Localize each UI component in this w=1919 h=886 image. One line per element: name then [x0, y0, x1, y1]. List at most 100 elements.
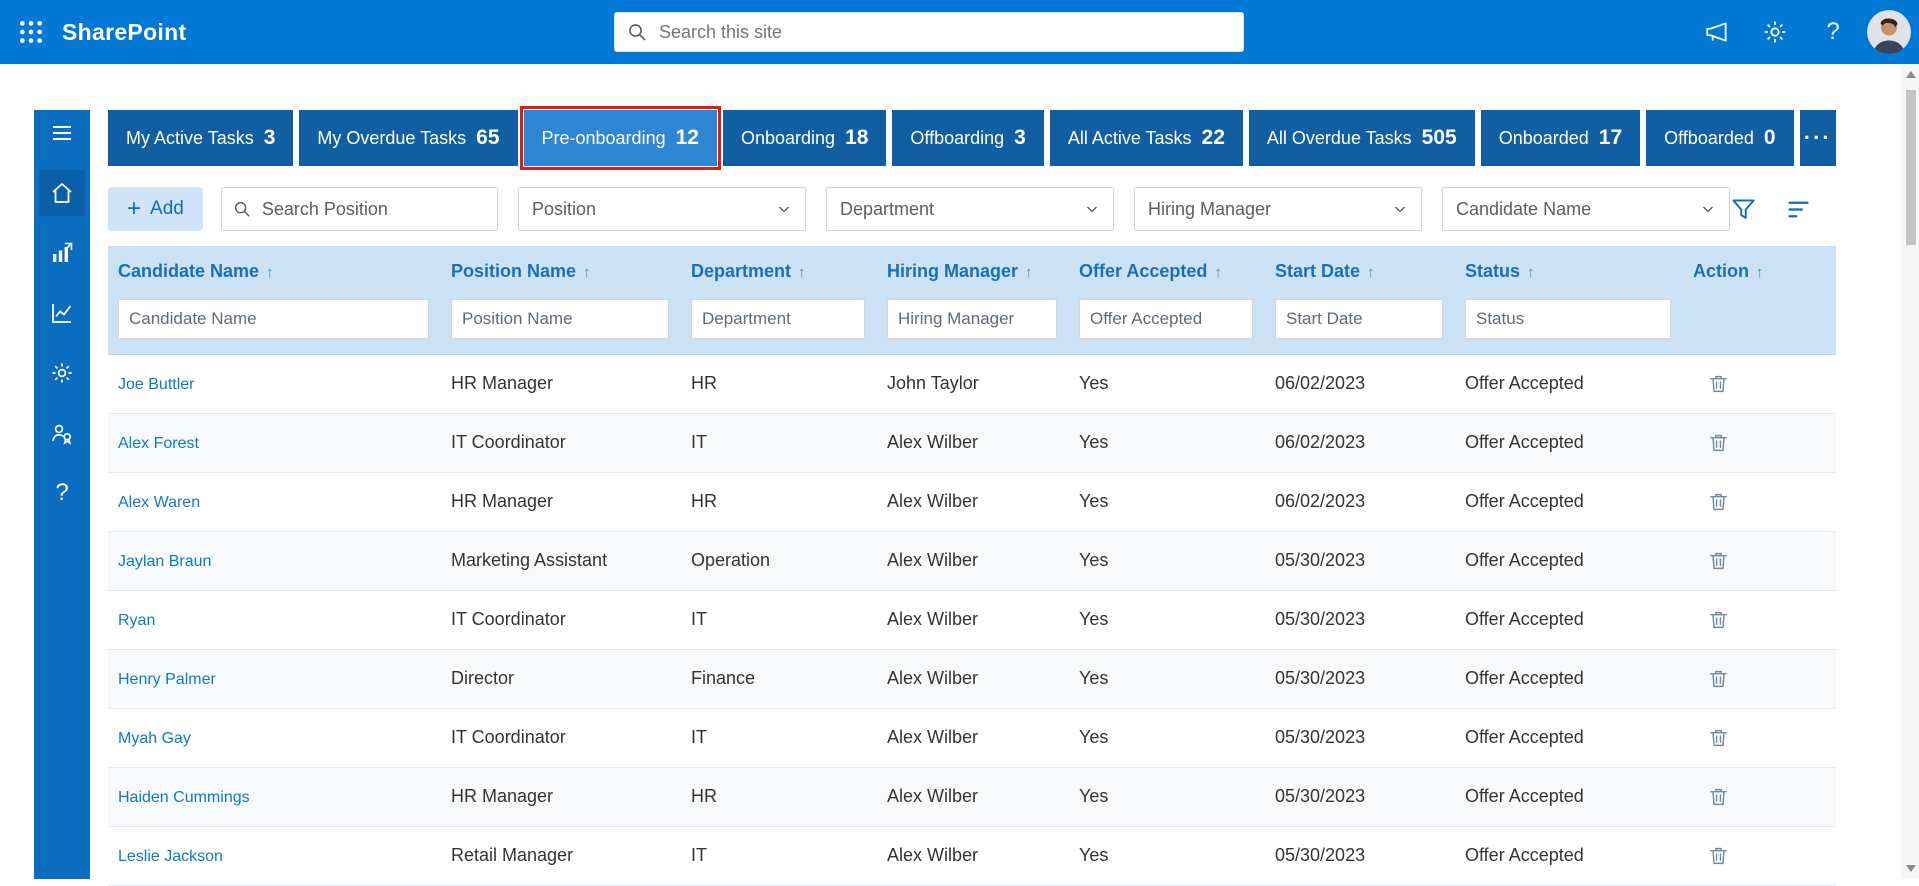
column-header-hiring-manager[interactable]: Hiring Manager↑ [877, 246, 1069, 295]
tab-onboarding[interactable]: Onboarding18 [723, 110, 886, 166]
cell-start-date: 05/30/2023 [1265, 708, 1455, 767]
sidebar-settings-icon[interactable] [39, 350, 85, 396]
delete-button[interactable] [1693, 368, 1734, 398]
cell-hiring-manager: John Taylor [877, 354, 1069, 413]
tab-count: 3 [1014, 126, 1026, 150]
cell-candidate-name: Haiden Cummings [108, 767, 441, 826]
sort-ascending-icon: ↑ [798, 264, 806, 281]
candidate-link[interactable]: Alex Forest [118, 435, 199, 452]
tab-my-active-tasks[interactable]: My Active Tasks3 [108, 110, 293, 166]
cell-position-name: HR Manager [441, 472, 681, 531]
dropdown-department[interactable]: Department [826, 187, 1114, 231]
filter-input-status[interactable] [1465, 299, 1671, 339]
tab-onboarded[interactable]: Onboarded17 [1481, 110, 1640, 166]
filter-input-position-name[interactable] [451, 299, 669, 339]
add-button[interactable]: + Add [108, 187, 203, 231]
avatar[interactable] [1867, 10, 1911, 54]
tab-my-overdue-tasks[interactable]: My Overdue Tasks65 [299, 110, 517, 166]
column-header-candidate-name[interactable]: Candidate Name↑ [108, 246, 441, 295]
delete-button[interactable] [1693, 781, 1734, 811]
sort-lines-icon[interactable] [1785, 196, 1812, 223]
app-launcher-icon[interactable] [0, 0, 62, 64]
column-header-action[interactable]: Action↑ [1683, 246, 1836, 295]
cell-action [1683, 767, 1836, 826]
tab-offboarded[interactable]: Offboarded0 [1646, 110, 1793, 166]
filter-cell [877, 295, 1069, 354]
filter-input-start-date[interactable] [1275, 299, 1443, 339]
scroll-up-arrow-icon[interactable] [1906, 71, 1916, 78]
column-header-start-date[interactable]: Start Date↑ [1265, 246, 1455, 295]
tabs-overflow-button[interactable]: ··· [1800, 110, 1836, 166]
cell-candidate-name: Joe Buttler [108, 354, 441, 413]
dropdown-hiring-manager[interactable]: Hiring Manager [1134, 187, 1422, 231]
tab-offboarding[interactable]: Offboarding3 [892, 110, 1043, 166]
candidate-link[interactable]: Haiden Cummings [118, 789, 250, 806]
candidate-link[interactable]: Joe Buttler [118, 376, 194, 393]
cell-offer-accepted: Yes [1069, 649, 1265, 708]
cell-action [1683, 826, 1836, 885]
scrollbar-thumb[interactable] [1906, 90, 1916, 245]
brand-title: SharePoint [62, 19, 186, 46]
cell-offer-accepted: Yes [1069, 472, 1265, 531]
column-header-offer-accepted[interactable]: Offer Accepted↑ [1069, 246, 1265, 295]
settings-gear-icon[interactable] [1751, 8, 1799, 56]
cell-action [1683, 649, 1836, 708]
cell-offer-accepted: Yes [1069, 531, 1265, 590]
position-search-input[interactable] [260, 198, 486, 221]
cell-start-date: 05/30/2023 [1265, 649, 1455, 708]
tab-count: 12 [676, 126, 699, 150]
column-header-department[interactable]: Department↑ [681, 246, 877, 295]
filter-funnel-icon[interactable] [1730, 196, 1757, 223]
people-badge-icon[interactable] [39, 410, 85, 456]
table-row: RyanIT CoordinatorITAlex WilberYes05/30/… [108, 590, 1836, 649]
announcements-icon[interactable] [1693, 8, 1741, 56]
tasks-table: Candidate Name↑Position Name↑Department↑… [108, 246, 1836, 886]
dropdown-position[interactable]: Position [518, 187, 806, 231]
candidate-link[interactable]: Leslie Jackson [118, 848, 223, 865]
filter-cell [441, 295, 681, 354]
column-label: Candidate Name [118, 261, 259, 281]
delete-button[interactable] [1693, 427, 1734, 457]
home-icon[interactable] [39, 170, 85, 216]
filter-input-offer-accepted[interactable] [1079, 299, 1253, 339]
cell-start-date: 05/30/2023 [1265, 531, 1455, 590]
tab-all-active-tasks[interactable]: All Active Tasks22 [1050, 110, 1243, 166]
dropdown-placeholder: Hiring Manager [1148, 199, 1271, 220]
dropdown-candidate-name[interactable]: Candidate Name [1442, 187, 1730, 231]
site-search-input[interactable] [657, 21, 1231, 44]
column-header-status[interactable]: Status↑ [1455, 246, 1683, 295]
sidebar-help-icon[interactable]: ? [39, 470, 85, 516]
line-chart-icon[interactable] [39, 290, 85, 336]
tab-all-overdue-tasks[interactable]: All Overdue Tasks505 [1249, 110, 1475, 166]
trash-icon [1707, 726, 1730, 749]
candidate-link[interactable]: Henry Palmer [118, 671, 216, 688]
candidate-link[interactable]: Alex Waren [118, 494, 200, 511]
filter-input-department[interactable] [691, 299, 865, 339]
delete-button[interactable] [1693, 604, 1734, 634]
cell-offer-accepted: Yes [1069, 354, 1265, 413]
column-header-position-name[interactable]: Position Name↑ [441, 246, 681, 295]
add-button-label: Add [150, 198, 184, 220]
delete-button[interactable] [1693, 486, 1734, 516]
site-search-box[interactable] [614, 12, 1244, 52]
filter-input-hiring-manager[interactable] [887, 299, 1057, 339]
delete-button[interactable] [1693, 545, 1734, 575]
candidate-link[interactable]: Myah Gay [118, 730, 191, 747]
menu-icon[interactable] [39, 110, 85, 156]
candidate-link[interactable]: Ryan [118, 612, 155, 629]
filter-input-candidate-name[interactable] [118, 299, 429, 339]
vertical-scrollbar[interactable] [1902, 64, 1919, 879]
delete-button[interactable] [1693, 663, 1734, 693]
help-icon[interactable]: ? [1809, 8, 1857, 56]
candidate-link[interactable]: Jaylan Braun [118, 553, 211, 570]
cell-action [1683, 531, 1836, 590]
delete-button[interactable] [1693, 840, 1734, 870]
scroll-down-arrow-icon[interactable] [1906, 865, 1916, 872]
sort-ascending-icon: ↑ [583, 264, 591, 281]
cell-position-name: HR Manager [441, 354, 681, 413]
tasks-chart-icon[interactable] [39, 230, 85, 276]
delete-button[interactable] [1693, 722, 1734, 752]
filter-dropdowns: Position Department Hiring Manager Candidat… [498, 187, 1730, 231]
position-search-box[interactable] [221, 187, 498, 231]
tab-pre-onboarding[interactable]: Pre-onboarding12 [524, 110, 717, 166]
